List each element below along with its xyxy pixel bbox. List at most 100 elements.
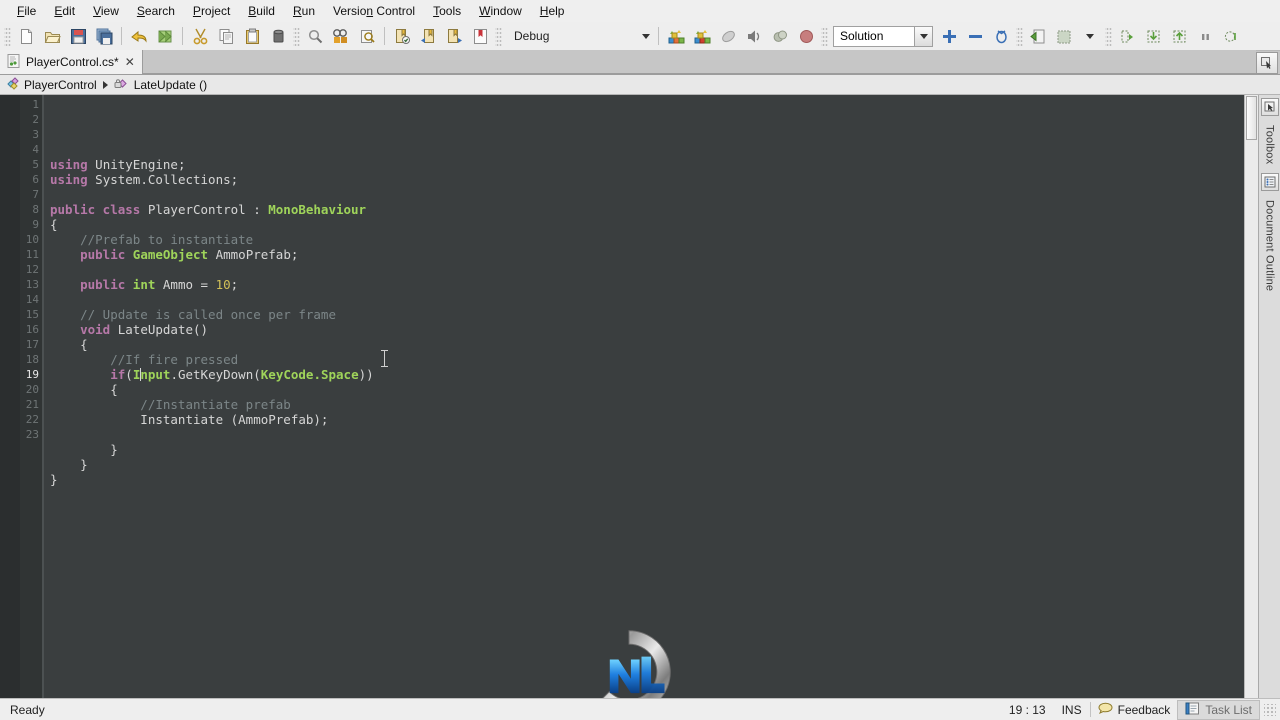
step-out-icon[interactable] bbox=[1166, 24, 1192, 48]
line-number: 4 bbox=[32, 143, 39, 156]
zoom-out-icon[interactable] bbox=[962, 24, 988, 48]
code-line[interactable]: public class PlayerControl : MonoBehavio… bbox=[50, 202, 1244, 217]
menu-build[interactable]: Build bbox=[239, 1, 284, 21]
code-line[interactable]: //Prefab to instantiate bbox=[50, 232, 1244, 247]
menu-edit[interactable]: Edit bbox=[45, 1, 84, 21]
bookmark-toggle-icon[interactable] bbox=[389, 24, 415, 48]
vcs-more-icon[interactable] bbox=[1077, 24, 1103, 48]
code-line[interactable]: if(Input.GetKeyDown(KeyCode.Space)) bbox=[50, 367, 1244, 382]
scope-chevron-down-icon[interactable] bbox=[914, 26, 932, 46]
paste-icon[interactable] bbox=[239, 24, 265, 48]
code-line[interactable] bbox=[50, 487, 1244, 502]
undo-icon[interactable] bbox=[126, 24, 152, 48]
code-line[interactable]: public GameObject AmmoPrefab; bbox=[50, 247, 1244, 262]
menu-file[interactable]: File bbox=[8, 1, 45, 21]
step-over-icon[interactable] bbox=[1114, 24, 1140, 48]
code-text[interactable]: using UnityEngine; using System.Collectio… bbox=[44, 95, 1244, 698]
code-line[interactable]: } bbox=[50, 472, 1244, 487]
save-all-icon[interactable] bbox=[91, 24, 117, 48]
code-line[interactable] bbox=[50, 292, 1244, 307]
document-outline-icon[interactable] bbox=[1260, 173, 1279, 192]
toolbar-grip-1[interactable] bbox=[4, 26, 11, 46]
stop-icon[interactable] bbox=[793, 24, 819, 48]
vcs-commit-icon[interactable] bbox=[1051, 24, 1077, 48]
code-line[interactable]: } bbox=[50, 442, 1244, 457]
fold-margin[interactable] bbox=[0, 95, 20, 698]
code-line[interactable]: // Update is called once per frame bbox=[50, 307, 1244, 322]
menu-project[interactable]: Project bbox=[184, 1, 239, 21]
debug-icon[interactable] bbox=[767, 24, 793, 48]
tab-close-icon[interactable]: ✕ bbox=[125, 56, 135, 68]
zoom-reset-icon[interactable] bbox=[988, 24, 1014, 48]
code-line[interactable]: { bbox=[50, 337, 1244, 352]
code-line[interactable] bbox=[50, 262, 1244, 277]
code-token: //If fire pressed bbox=[50, 352, 239, 367]
resize-grip[interactable] bbox=[1264, 703, 1276, 716]
menu-run[interactable]: Run bbox=[284, 1, 324, 21]
dock-autohide-icon[interactable] bbox=[1260, 98, 1279, 116]
code-line[interactable]: } bbox=[50, 457, 1244, 472]
code-line[interactable]: { bbox=[50, 217, 1244, 232]
menu-view[interactable]: View bbox=[84, 1, 128, 21]
build-icon[interactable] bbox=[663, 24, 689, 48]
pause-icon[interactable] bbox=[1192, 24, 1218, 48]
source-editor[interactable]: 1 2 3 4 5 6 7 8 9 10 11 12 13 14 15 16 17 18 19 20 21 22 23 us… bbox=[0, 95, 1258, 698]
toolbar-grip-2[interactable] bbox=[293, 26, 300, 46]
code-line[interactable]: { bbox=[50, 382, 1244, 397]
new-file-icon[interactable] bbox=[13, 24, 39, 48]
configuration-value: Debug bbox=[514, 29, 550, 43]
find-icon[interactable] bbox=[302, 24, 328, 48]
tab-playercontrol-cs[interactable]: PlayerControl.cs* ✕ bbox=[0, 50, 143, 74]
redo-icon[interactable] bbox=[152, 24, 178, 48]
menu-window[interactable]: Window bbox=[470, 1, 531, 21]
task-list-button[interactable]: Task List bbox=[1177, 699, 1260, 720]
bookmark-next-icon[interactable] bbox=[441, 24, 467, 48]
breadcrumb-member[interactable]: LateUpdate () bbox=[114, 77, 207, 93]
scrollbar-thumb[interactable] bbox=[1246, 96, 1257, 140]
menu-version-control[interactable]: Version Control bbox=[324, 1, 424, 21]
code-token: { bbox=[50, 217, 58, 232]
code-line[interactable]: using UnityEngine; bbox=[50, 157, 1244, 172]
toolbar-sep-3 bbox=[384, 27, 385, 45]
breadcrumb-class[interactable]: PlayerControl bbox=[6, 76, 97, 93]
copy-icon[interactable] bbox=[213, 24, 239, 48]
code-line[interactable]: using System.Collections; bbox=[50, 172, 1244, 187]
tab-list-icon[interactable] bbox=[1256, 51, 1278, 74]
menu-tools[interactable]: Tools bbox=[424, 1, 470, 21]
configuration-combo[interactable]: Debug bbox=[504, 24, 654, 48]
code-line[interactable] bbox=[50, 427, 1244, 442]
toolbar-grip-5[interactable] bbox=[1016, 26, 1023, 46]
delete-icon[interactable] bbox=[265, 24, 291, 48]
zoom-in-icon[interactable] bbox=[936, 24, 962, 48]
code-line[interactable]: //If fire pressed bbox=[50, 352, 1244, 367]
sidebar-item-document-outline[interactable]: Document Outline bbox=[1263, 197, 1277, 294]
bookmark-clear-icon[interactable] bbox=[467, 24, 493, 48]
code-line[interactable]: public int Ammo = 10; bbox=[50, 277, 1244, 292]
scope-combo[interactable]: Solution bbox=[833, 25, 933, 47]
step-into-icon[interactable] bbox=[1140, 24, 1166, 48]
sidebar-item-toolbox[interactable]: Toolbox bbox=[1263, 122, 1277, 167]
feedback-button[interactable]: Feedback bbox=[1091, 701, 1178, 719]
bookmark-prev-icon[interactable] bbox=[415, 24, 441, 48]
toolbar-grip-3[interactable] bbox=[495, 26, 502, 46]
toolbar-grip-6[interactable] bbox=[1105, 26, 1112, 46]
toolbar-grip-4[interactable] bbox=[821, 26, 828, 46]
find-in-files-icon[interactable] bbox=[354, 24, 380, 48]
find-replace-icon[interactable] bbox=[328, 24, 354, 48]
code-line[interactable]: void LateUpdate() bbox=[50, 322, 1244, 337]
stop-build-icon[interactable] bbox=[715, 24, 741, 48]
code-line[interactable]: //Instantiate prefab bbox=[50, 397, 1244, 412]
code-line[interactable]: Instantiate (AmmoPrefab); bbox=[50, 412, 1244, 427]
open-folder-icon[interactable] bbox=[39, 24, 65, 48]
cut-icon[interactable] bbox=[187, 24, 213, 48]
save-icon[interactable] bbox=[65, 24, 91, 48]
rebuild-icon[interactable] bbox=[689, 24, 715, 48]
menu-help[interactable]: Help bbox=[531, 1, 574, 21]
editor-vertical-scrollbar[interactable] bbox=[1244, 95, 1258, 698]
code-line[interactable] bbox=[50, 187, 1244, 202]
vcs-update-icon[interactable] bbox=[1025, 24, 1051, 48]
continue-icon[interactable] bbox=[1218, 24, 1244, 48]
menu-search[interactable]: Search bbox=[128, 1, 184, 21]
run-icon[interactable] bbox=[741, 24, 767, 48]
